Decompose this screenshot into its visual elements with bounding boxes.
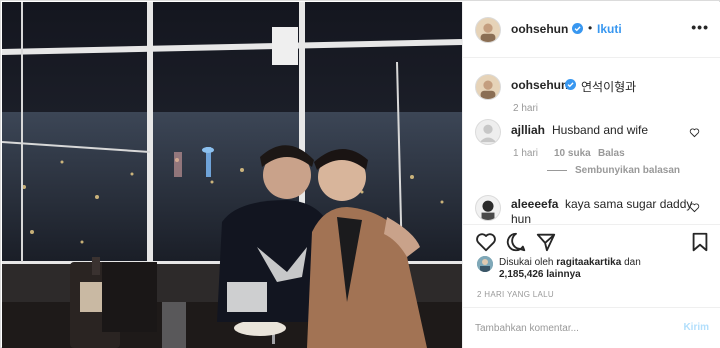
liked-by-conj: dan [624, 257, 641, 268]
comment-bubble-icon[interactable] [505, 231, 527, 253]
like-count-number[interactable]: 2,185,426 [499, 269, 544, 280]
hide-replies-button[interactable]: Sembunyikan balasan [575, 165, 680, 176]
author-username[interactable]: oohsehun [511, 22, 568, 36]
post-photo[interactable] [2, 2, 462, 348]
more-options-icon[interactable]: ••• [691, 19, 709, 35]
like-heart-icon[interactable] [475, 231, 497, 253]
post-header: oohsehun • Ikuti ••• [463, 2, 720, 58]
liker-avatar[interactable] [477, 256, 493, 272]
author-avatar[interactable] [475, 17, 501, 43]
comment-like-heart-icon[interactable] [689, 202, 700, 213]
like-count[interactable]: 2,185,426 lainnya [499, 269, 581, 280]
comment-likes[interactable]: 10 suka [554, 148, 591, 159]
comment-username[interactable]: aleeeefa [511, 197, 558, 211]
caption-avatar[interactable] [475, 74, 501, 100]
caption-text: 연석이형과 [581, 80, 637, 94]
comment-username[interactable]: ajlliah [511, 123, 545, 137]
add-comment-input[interactable] [475, 318, 665, 338]
post-timestamp[interactable]: 2 HARI YANG LALU [477, 290, 554, 299]
comment-avatar[interactable] [475, 119, 501, 145]
liked-by-text: Disukai oleh ragitaakartika dan [499, 256, 641, 269]
comments-section: oohsehun 연석이형과 2 hari ajlliah Husband an… [463, 59, 720, 225]
comment-like-heart-icon[interactable] [689, 127, 700, 138]
caption-verified-badge-icon [565, 79, 576, 90]
reply-button[interactable]: Balas [598, 148, 625, 159]
liked-by-username[interactable]: ragitaakartika [556, 257, 621, 268]
comment-time[interactable]: 1 hari [513, 148, 538, 159]
post-photo-image [2, 2, 462, 348]
header-separator: • [588, 21, 593, 35]
verified-badge-icon [572, 23, 583, 34]
comment-text: kaya sama sugar daddy [565, 197, 693, 211]
post-frame: oohsehun • Ikuti ••• oohsehun 연석이형과 2 ha… [0, 0, 720, 348]
add-comment-bar: Kirim [463, 307, 720, 348]
caption-username[interactable]: oohsehun [511, 78, 568, 92]
liked-by-prefix: Disukai oleh [499, 257, 554, 268]
like-count-suffix[interactable]: lainnya [546, 269, 580, 280]
post-comment-button[interactable]: Kirim [683, 322, 709, 333]
follow-button[interactable]: Ikuti [597, 22, 622, 36]
comment-text: Husband and wife [552, 123, 649, 137]
share-send-icon[interactable] [535, 231, 557, 253]
caption-time[interactable]: 2 hari [513, 103, 538, 114]
comment-avatar[interactable] [475, 195, 501, 221]
hide-replies-divider [547, 170, 567, 171]
save-bookmark-icon[interactable] [689, 231, 711, 253]
post-details-panel: oohsehun • Ikuti ••• oohsehun 연석이형과 2 ha… [462, 2, 720, 348]
post-actions-bar [463, 224, 720, 254]
